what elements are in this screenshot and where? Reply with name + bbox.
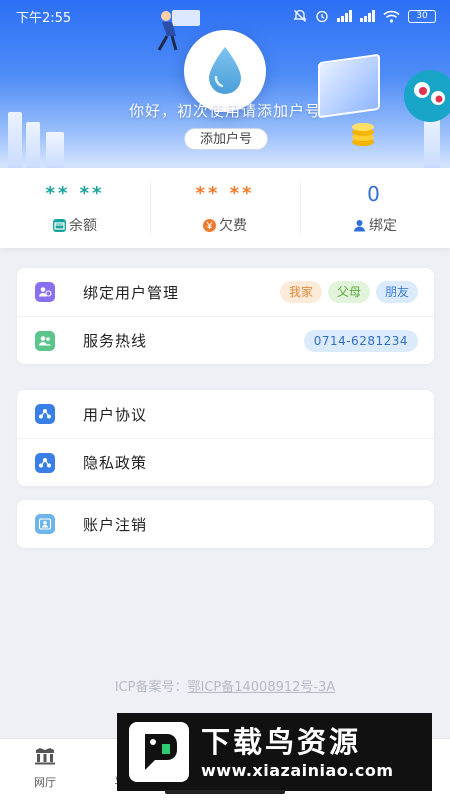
stat-arrears[interactable]: ** ** 欠费: [150, 168, 300, 248]
cancel-account-label: 账户注销: [83, 515, 148, 534]
agreement-icon: [35, 404, 55, 424]
building-icon: [35, 748, 55, 765]
coins-illustration: [352, 123, 374, 146]
balance-label: 余额: [69, 218, 97, 234]
hotline-icon: [35, 330, 55, 351]
bound-value: 0: [367, 182, 383, 206]
yen-coin-icon: [203, 218, 216, 232]
building-illustration: [46, 132, 64, 168]
policy-card: 用户协议 隐私政策: [17, 390, 434, 486]
user-agreement-row[interactable]: 用户协议: [17, 390, 434, 438]
user-icon: [353, 219, 366, 232]
users-manage-icon: [35, 282, 55, 302]
arrears-value: ** **: [195, 183, 255, 204]
icp-link[interactable]: 鄂ICP备14008912号-3A: [187, 680, 335, 695]
header-banner: 下午2:55 30 你好，初次使用请添加户号 添加户号: [0, 0, 450, 168]
id-card-icon: [35, 514, 55, 534]
arrears-label: 欠费: [219, 218, 247, 234]
tag-home[interactable]: 我家: [279, 281, 322, 303]
signal-1-icon: [337, 10, 352, 22]
bind-user-manage-row[interactable]: 绑定用户管理 我家 父母 朋友: [17, 268, 434, 316]
balance-value: ** **: [45, 183, 105, 204]
building-illustration: [424, 116, 440, 168]
bird-logo-icon: [129, 722, 189, 782]
stat-balance[interactable]: ** ** 余额: [0, 168, 150, 248]
cancel-card: 账户注销: [17, 500, 434, 548]
account-stats: ** ** 余额 ** ** 欠费 0 绑定: [0, 168, 450, 248]
bound-label: 绑定: [369, 218, 397, 234]
icp-record: ICP备案号：鄂ICP备14008912号-3A: [0, 676, 450, 695]
watermark-url: www.xiazainiao.com: [201, 760, 394, 780]
bind-user-manage-label: 绑定用户管理: [83, 283, 180, 302]
greeting-text: 你好，初次使用请添加户号: [128, 102, 321, 120]
hotline-phone-number[interactable]: 0714-6281234: [303, 329, 418, 352]
add-account-button[interactable]: 添加户号: [184, 128, 268, 150]
privacy-policy-label: 隐私政策: [83, 454, 148, 472]
tab-hall[interactable]: 网厅: [15, 747, 75, 790]
building-illustration: [26, 122, 40, 168]
wallet-icon: [53, 218, 66, 232]
status-bar: 下午2:55 30: [0, 0, 450, 32]
stat-bound[interactable]: 0 绑定: [300, 168, 450, 248]
user-agreement-label: 用户协议: [83, 405, 148, 424]
wifi-icon: [383, 10, 400, 23]
status-icons: 30: [293, 9, 436, 23]
privacy-policy-row[interactable]: 隐私政策: [17, 438, 434, 486]
tag-parents[interactable]: 父母: [327, 281, 370, 303]
icp-prefix: ICP备案号：: [114, 680, 188, 695]
group-tags: 我家 父母 朋友: [279, 281, 418, 303]
service-hotline-label: 服务热线: [83, 332, 148, 350]
battery-icon: 30: [408, 9, 436, 23]
watermark-title: 下载鸟资源: [201, 724, 362, 759]
water-drop-icon: [209, 47, 241, 94]
watermark-banner: 下载鸟资源 www.xiazainiao.com: [117, 713, 432, 791]
service-hotline-row[interactable]: 服务热线 0714-6281234: [17, 316, 434, 364]
alarm-icon: [316, 10, 328, 23]
signal-2-icon: [360, 10, 375, 22]
account-card: 绑定用户管理 我家 父母 朋友 服务热线 0714-6281234: [17, 268, 434, 364]
tag-friends[interactable]: 朋友: [375, 281, 418, 303]
status-time: 下午2:55: [16, 10, 72, 26]
home-indicator[interactable]: [165, 790, 285, 794]
privacy-icon: [35, 452, 55, 473]
mute-bell-icon: [293, 9, 307, 22]
tab-hall-label: 网厅: [34, 776, 56, 789]
cancel-account-row[interactable]: 账户注销: [17, 500, 434, 548]
